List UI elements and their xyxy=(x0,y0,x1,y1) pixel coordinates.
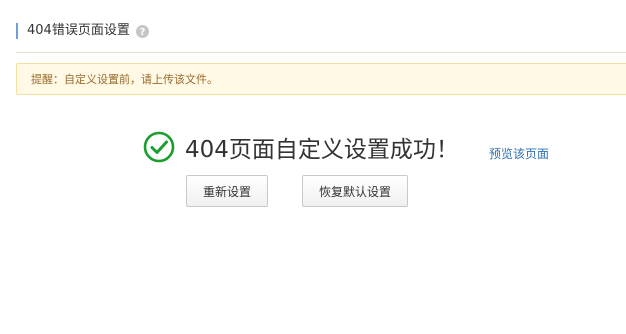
header-divider xyxy=(16,52,626,53)
svg-text:?: ? xyxy=(139,27,145,38)
page-header: 404错误页面设置 ? xyxy=(16,22,149,40)
success-message-row: 404页面自定义设置成功！ xyxy=(143,130,459,164)
restore-default-button[interactable]: 恢复默认设置 xyxy=(302,175,408,207)
reset-button[interactable]: 重新设置 xyxy=(186,175,268,207)
page-title: 404错误页面设置 xyxy=(27,23,130,38)
notice-banner: 提醒：自定义设置前，请上传该文件。 xyxy=(16,63,626,95)
question-circle-icon[interactable]: ? xyxy=(135,24,149,38)
success-message: 404页面自定义设置成功！ xyxy=(185,137,459,163)
check-circle-icon xyxy=(143,131,175,163)
preview-page-link[interactable]: 预览该页面 xyxy=(489,145,549,162)
notice-text: 提醒：自定义设置前，请上传该文件。 xyxy=(31,73,218,86)
page: 404错误页面设置 ? 提醒：自定义设置前，请上传该文件。 404页面自定义设置… xyxy=(0,0,626,334)
header-accent-bar xyxy=(16,23,18,39)
